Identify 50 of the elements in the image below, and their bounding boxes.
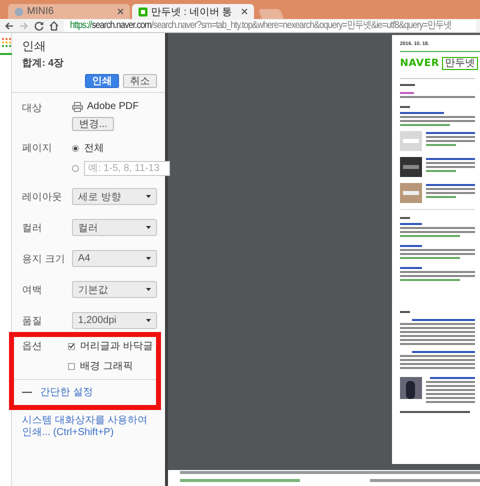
field-label: 용지 크기 [22,252,66,266]
caret-icon [146,195,151,198]
radio-button[interactable] [72,144,79,152]
system-dialog-link[interactable]: 시스템 대화상자를 사용하여 인쇄... (Ctrl+Shift+P) [12,410,165,444]
checkbox[interactable] [68,342,75,350]
change-button[interactable]: 변경... [72,117,114,131]
caret-icon [146,288,151,291]
field-label: 품질 [22,314,43,328]
globe-icon [14,6,24,16]
caret-icon [146,257,151,260]
field-label: 여백 [22,284,43,296]
printer-icon [72,102,83,112]
checkmark-icon [69,343,74,349]
address-field[interactable]: https://search.naver.com/search.naver?sm=tab_hty.top&where=nexearch&oquery=만두넷&ie=utf8&query=만두넷 [64,20,476,32]
reload-icon[interactable] [34,20,44,30]
page-count: 합계: 4장 [22,57,65,70]
collapse-icon[interactable]: — [22,386,32,398]
dropdown[interactable]: 기본값 [72,281,157,298]
close-icon[interactable] [117,8,124,15]
page-range-field[interactable]: 예: 1-5, 8, 11-13 [84,161,170,176]
apps-icon[interactable] [2,38,11,47]
field-label: 컬러 [22,222,43,234]
dropdown[interactable]: 컬러 [72,219,157,236]
printer-name: Adobe PDF [87,101,139,112]
settings-toggle[interactable]: — 간단한 설정 [14,380,156,405]
browser-tab[interactable]: MINI6 [8,4,130,19]
dropdown[interactable]: 세로 방향 [72,188,157,205]
dialog-title: 인쇄 [22,38,47,55]
browser-tab[interactable]: 만두넷 : 네이버 통 [132,4,254,19]
field-label: 옵션 [22,340,43,353]
cancel-button[interactable]: 취소 [123,74,157,88]
field-label: 페이지 [22,142,53,155]
checkbox[interactable] [68,362,75,370]
naver-logo: NAVER [400,58,440,69]
dropdown[interactable]: 1,200dpi [72,312,157,329]
checkbox-label: 머리글과 바닥글 [80,340,153,353]
checkbox-label: 배경 그래픽 [80,360,133,373]
dropdown[interactable]: A4 [72,250,157,267]
close-icon[interactable] [241,8,248,15]
caret-icon [146,319,151,322]
print-button[interactable]: 인쇄 [85,74,119,88]
radio-label: 전체 [84,142,104,155]
field-label: 대상 [22,102,43,115]
search-query: 만두넷 [442,57,478,70]
home-icon[interactable] [49,20,59,30]
site-icon [138,6,148,16]
radio-button[interactable] [72,165,79,172]
caret-icon [146,226,151,229]
field-label: 레이아웃 [22,190,63,204]
back-icon[interactable] [4,20,14,30]
